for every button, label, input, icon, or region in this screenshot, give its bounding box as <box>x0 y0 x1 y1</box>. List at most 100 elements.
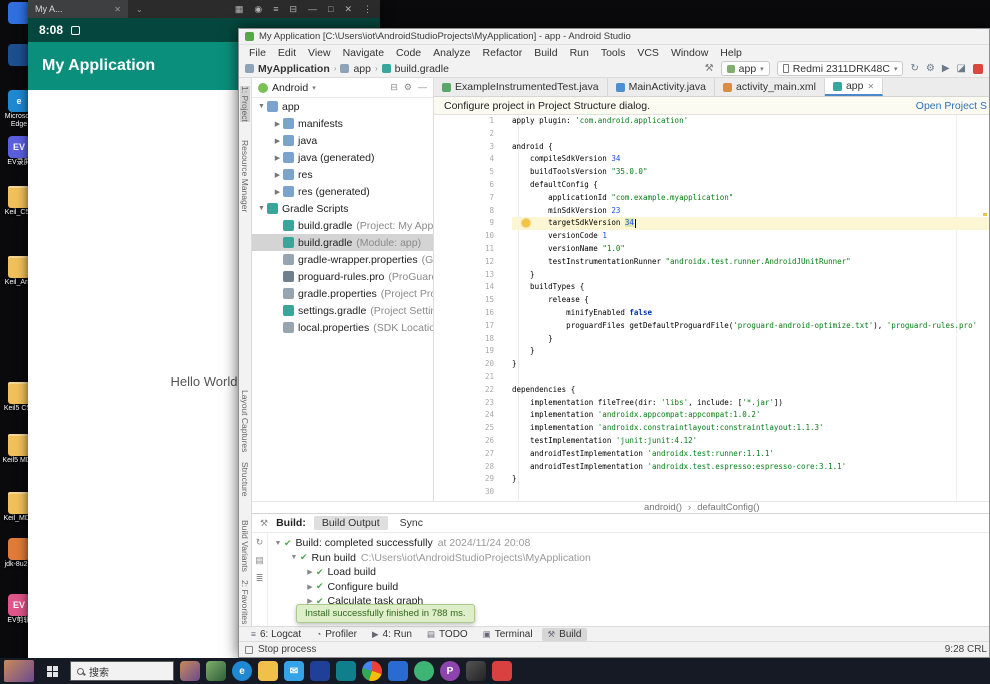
tool-window-tab-4-run[interactable]: ▶4: Run <box>366 628 418 641</box>
code-line[interactable]: 21 <box>434 371 989 384</box>
tree-row[interactable]: ▶res (generated) <box>252 183 433 200</box>
project-header-icon[interactable]: — <box>418 82 427 93</box>
editor-breadcrumb-item[interactable]: defaultConfig() <box>697 502 759 513</box>
studio-titlebar[interactable]: My Application [C:\Users\iot\AndroidStud… <box>239 29 989 45</box>
code-line[interactable]: 15 release { <box>434 294 989 307</box>
code-line[interactable]: 17 proguardFiles getDefaultProguardFile(… <box>434 320 989 333</box>
emulator-control-icon[interactable]: □ <box>328 4 333 15</box>
taskbar-app-icon[interactable]: P <box>440 661 460 681</box>
stripe-label[interactable]: Build Variants <box>240 520 250 572</box>
toolbar-icon[interactable]: ◪ <box>957 63 966 74</box>
editor-tab[interactable]: app✕ <box>825 78 883 96</box>
tree-row[interactable]: ▶java (generated) <box>252 149 433 166</box>
taskbar-app-icon[interactable] <box>466 661 486 681</box>
tree-arrow-icon[interactable]: ▶ <box>272 171 283 179</box>
taskbar-photo-tile[interactable] <box>4 660 34 682</box>
code-line[interactable]: 1apply plugin: 'com.android.application' <box>434 115 989 128</box>
tree-arrow-icon[interactable]: ▼ <box>272 540 284 547</box>
menu-item-run[interactable]: Run <box>564 47 595 59</box>
tree-row[interactable]: build.gradle(Module: app) <box>252 234 433 251</box>
close-icon[interactable]: ✕ <box>114 5 121 14</box>
code-line[interactable]: 24 implementation 'androidx.appcompat:ap… <box>434 409 989 422</box>
tree-row[interactable]: gradle-wrapper.properties(Gradle Version… <box>252 251 433 268</box>
taskbar-app-icon[interactable] <box>492 661 512 681</box>
menu-item-code[interactable]: Code <box>390 47 427 59</box>
build-toolbar-icon[interactable]: ↻ <box>256 537 264 548</box>
taskbar-app-icon[interactable] <box>310 661 330 681</box>
code-line[interactable]: 3android { <box>434 141 989 154</box>
tool-window-tab-terminal[interactable]: ▣Terminal <box>477 628 539 641</box>
tool-window-tab-todo[interactable]: ▤TODO <box>421 628 474 641</box>
toolbar-icon[interactable]: ↻ <box>910 63 918 74</box>
run-config-select[interactable]: app ▾ <box>721 61 770 76</box>
emulator-control-icon[interactable]: ✕ <box>344 4 352 15</box>
code-line[interactable]: 4 compileSdkVersion 34 <box>434 153 989 166</box>
tool-window-tab-build[interactable]: ⚒Build <box>542 628 588 641</box>
project-header-icon[interactable]: ⚙ <box>404 82 412 93</box>
tree-row[interactable]: gradle.properties(Project Properties) <box>252 285 433 302</box>
emulator-control-icon[interactable]: ⋮ <box>363 4 372 15</box>
tree-arrow-icon[interactable]: ▶ <box>272 120 283 128</box>
stop-process-label[interactable]: Stop process <box>258 644 316 655</box>
tree-row[interactable]: ▶res <box>252 166 433 183</box>
code-line[interactable]: 13 } <box>434 269 989 282</box>
taskbar-app-icon[interactable]: e <box>232 661 252 681</box>
emulator-control-icon[interactable]: ⊟ <box>289 4 297 15</box>
stripe-label[interactable]: Structure <box>240 462 250 497</box>
code-line[interactable]: 18 } <box>434 333 989 346</box>
code-line[interactable]: 23 implementation fileTree(dir: 'libs', … <box>434 397 989 410</box>
menu-item-navigate[interactable]: Navigate <box>337 47 390 59</box>
chevron-down-icon[interactable]: ⌄ <box>136 5 143 14</box>
emulator-control-icon[interactable]: ◉ <box>254 4 262 15</box>
menu-item-tools[interactable]: Tools <box>595 47 632 59</box>
start-button[interactable] <box>40 660 64 682</box>
code-line[interactable]: 6 defaultConfig { <box>434 179 989 192</box>
tree-row[interactable]: settings.gradle(Project Settings) <box>252 302 433 319</box>
code-line[interactable]: 26 testImplementation 'junit:junit:4.12' <box>434 435 989 448</box>
build-hammer-icon[interactable]: ⚒ <box>705 63 714 74</box>
menu-item-edit[interactable]: Edit <box>272 47 302 59</box>
code-line[interactable]: 19 } <box>434 345 989 358</box>
code-line[interactable]: 27 androidTestImplementation 'androidx.t… <box>434 448 989 461</box>
build-row[interactable]: ▶✔Configure build <box>268 580 989 595</box>
stop-process-icon[interactable] <box>245 646 253 654</box>
tree-arrow-icon[interactable]: ▶ <box>272 188 283 196</box>
toolbar-icon[interactable]: ⚙ <box>926 63 935 74</box>
code-line[interactable]: 10 versionCode 1 <box>434 230 989 243</box>
code-line[interactable]: 20} <box>434 358 989 371</box>
taskbar-app-icon[interactable] <box>362 661 382 681</box>
tree-arrow-icon[interactable]: ▼ <box>256 103 267 110</box>
editor-breadcrumb-item[interactable]: android() <box>644 502 682 513</box>
tree-row[interactable]: build.gradle(Project: My Application) <box>252 217 433 234</box>
taskbar-app-icon[interactable] <box>388 661 408 681</box>
menu-item-vcs[interactable]: VCS <box>631 47 665 59</box>
tree-row[interactable]: ▶java <box>252 132 433 149</box>
tree-arrow-icon[interactable]: ▶ <box>304 583 316 591</box>
breadcrumb-item[interactable]: build.gradle <box>395 63 449 75</box>
build-tab[interactable]: Sync <box>392 516 431 530</box>
code-line[interactable]: 9 targetSdkVersion 34 <box>434 217 989 230</box>
search-box[interactable]: 搜索 <box>70 661 174 681</box>
stripe-label[interactable]: 2: Favorites <box>240 580 250 624</box>
project-header-icon[interactable]: ⊟ <box>390 82 398 93</box>
code-line[interactable]: 28 androidTestImplementation 'androidx.t… <box>434 461 989 474</box>
tree-row[interactable]: local.properties(SDK Location) <box>252 319 433 336</box>
tool-window-tab-6-logcat[interactable]: ≡6: Logcat <box>245 628 307 641</box>
menu-item-build[interactable]: Build <box>528 47 563 59</box>
menu-item-refactor[interactable]: Refactor <box>477 47 529 59</box>
build-row[interactable]: ▶✔Load build <box>268 565 989 580</box>
taskbar-app-icon[interactable] <box>206 661 226 681</box>
menu-item-view[interactable]: View <box>302 47 337 59</box>
taskbar-app-icon[interactable] <box>258 661 278 681</box>
emulator-tab[interactable]: My A... ✕ <box>28 0 128 18</box>
breadcrumb-item[interactable]: app <box>353 63 371 75</box>
code-line[interactable]: 5 buildToolsVersion "35.0.0" <box>434 166 989 179</box>
tree-row[interactable]: proguard-rules.pro(ProGuard Rules for ap… <box>252 268 433 285</box>
code-line[interactable]: 12 testInstrumentationRunner "androidx.t… <box>434 256 989 269</box>
tree-arrow-icon[interactable]: ▶ <box>272 154 283 162</box>
editor-tab[interactable]: ExampleInstrumentedTest.java <box>434 78 608 96</box>
close-icon[interactable]: ✕ <box>867 82 874 91</box>
menu-item-file[interactable]: File <box>243 47 272 59</box>
code-editor[interactable]: 1apply plugin: 'com.android.application'… <box>434 115 989 501</box>
taskbar-app-icon[interactable] <box>414 661 434 681</box>
